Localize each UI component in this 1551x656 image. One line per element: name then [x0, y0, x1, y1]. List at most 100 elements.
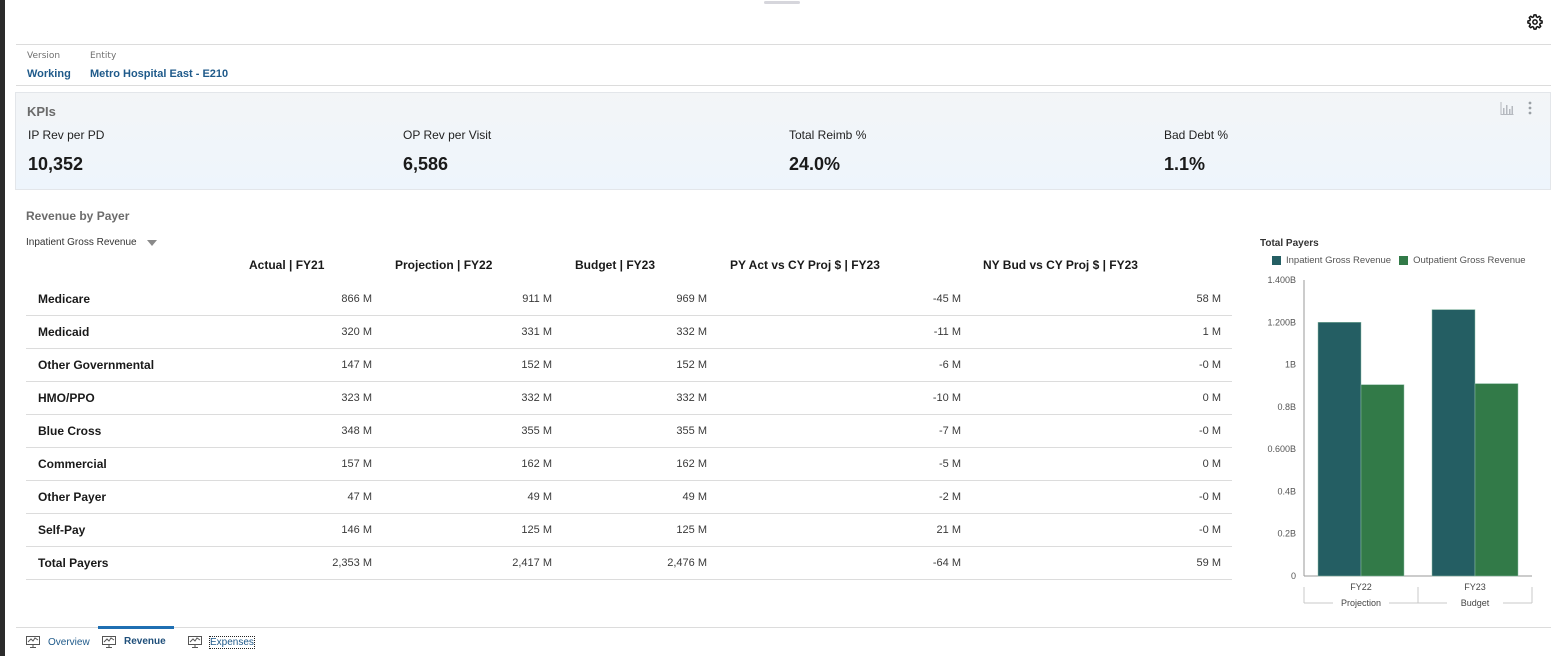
chevron-down-icon[interactable]: [146, 239, 157, 246]
table-cell[interactable]: -0 M: [1199, 425, 1221, 437]
kpi-value: 6,586: [403, 154, 449, 174]
table-cell[interactable]: 355 M: [676, 425, 707, 437]
y-tick-label: 0.8B: [1277, 402, 1296, 412]
table-row: Self-Pay 146 M 125 M 125 M 21 M -0 M: [26, 514, 1232, 547]
column-header[interactable]: PY Act vs CY Proj $ | FY23: [730, 258, 880, 272]
table-cell[interactable]: 21 M: [937, 524, 961, 536]
column-header[interactable]: Projection | FY22: [395, 258, 492, 272]
table-cell[interactable]: -64 M: [933, 557, 961, 569]
table-cell[interactable]: 58 M: [1197, 293, 1221, 305]
measure-dropdown[interactable]: Inpatient Gross Revenue: [26, 237, 157, 248]
row-header[interactable]: Other Governmental: [38, 358, 154, 372]
table-cell[interactable]: 147 M: [341, 359, 372, 371]
column-header[interactable]: Actual | FY21: [249, 258, 324, 272]
table-cell[interactable]: 49 M: [528, 491, 552, 503]
table-cell[interactable]: -0 M: [1199, 491, 1221, 503]
table-cell[interactable]: 152 M: [676, 359, 707, 371]
y-tick-label: 0: [1291, 571, 1296, 581]
table-cell[interactable]: -6 M: [939, 359, 961, 371]
table-cell[interactable]: 125 M: [521, 524, 552, 536]
table-cell[interactable]: 355 M: [521, 425, 552, 437]
gear-icon[interactable]: [1525, 12, 1545, 32]
column-header[interactable]: NY Bud vs CY Proj $ | FY23: [983, 258, 1138, 272]
pov-version-value[interactable]: Working: [27, 68, 71, 80]
pov-bar: Version Working Entity Metro Hospital Ea…: [16, 44, 1551, 86]
kpi-total-reimb[interactable]: Total Reimb % 24.0%: [789, 128, 866, 175]
x-tick-label: FY22: [1350, 582, 1372, 592]
grid-header: Actual | FY21 Projection | FY22 Budget |…: [26, 250, 1232, 283]
dashboard-icon: [102, 635, 116, 648]
table-cell[interactable]: 59 M: [1197, 557, 1221, 569]
pov-entity-label: Entity: [90, 51, 117, 61]
table-cell[interactable]: -7 M: [939, 425, 961, 437]
table-cell[interactable]: 152 M: [521, 359, 552, 371]
table-cell[interactable]: 866 M: [341, 293, 372, 305]
left-window-edge: [0, 0, 5, 656]
table-row: Medicare 866 M 911 M 969 M -45 M 58 M: [26, 283, 1232, 316]
table-cell[interactable]: 2,417 M: [512, 557, 552, 569]
table-cell[interactable]: 125 M: [676, 524, 707, 536]
bar-chart-icon[interactable]: [1500, 101, 1514, 115]
table-cell[interactable]: -0 M: [1199, 359, 1221, 371]
row-header[interactable]: Other Payer: [38, 490, 106, 504]
table-cell[interactable]: 969 M: [676, 293, 707, 305]
table-cell[interactable]: 332 M: [676, 392, 707, 404]
table-cell[interactable]: 0 M: [1203, 458, 1221, 470]
kpi-op-rev-per-visit[interactable]: OP Rev per Visit 6,586: [403, 128, 491, 175]
table-cell[interactable]: -10 M: [933, 392, 961, 404]
kpi-value: 1.1%: [1164, 154, 1206, 174]
table-cell[interactable]: 2,476 M: [667, 557, 707, 569]
table-cell[interactable]: 146 M: [341, 524, 372, 536]
dashboard-icon: [26, 636, 40, 648]
row-header[interactable]: Self-Pay: [38, 523, 85, 537]
column-header[interactable]: Budget | FY23: [575, 258, 655, 272]
more-vertical-icon[interactable]: [1528, 101, 1532, 115]
table-cell[interactable]: 47 M: [348, 491, 372, 503]
bar-inpatient-gross-revenue-fy23: [1431, 309, 1476, 577]
table-cell[interactable]: 332 M: [521, 392, 552, 404]
table-cell[interactable]: 162 M: [521, 458, 552, 470]
row-header[interactable]: HMO/PPO: [38, 391, 95, 405]
row-header[interactable]: Total Payers: [38, 556, 108, 570]
table-cell[interactable]: 911 M: [522, 293, 552, 305]
kpi-ip-rev-per-pd[interactable]: IP Rev per PD 10,352: [28, 128, 104, 175]
table-cell[interactable]: 1 M: [1203, 326, 1221, 338]
table-cell[interactable]: 157 M: [341, 458, 372, 470]
table-cell[interactable]: 320 M: [341, 326, 372, 338]
y-tick-label: 1.200B: [1267, 317, 1296, 327]
tab-revenue[interactable]: Revenue: [98, 626, 174, 654]
y-tick-label: 1B: [1285, 360, 1296, 370]
tab-expenses[interactable]: Expenses: [184, 628, 258, 656]
pov-entity-value[interactable]: Metro Hospital East - E210: [90, 68, 228, 80]
drag-handle[interactable]: [764, 1, 800, 4]
row-header[interactable]: Medicaid: [38, 325, 89, 339]
table-cell[interactable]: 49 M: [683, 491, 707, 503]
table-cell[interactable]: -0 M: [1199, 524, 1221, 536]
table-cell[interactable]: 0 M: [1203, 392, 1221, 404]
total-payers-chart: Total Payers Inpatient Gross Revenue Out…: [1256, 234, 1551, 614]
kpi-value: 10,352: [28, 154, 84, 174]
table-cell[interactable]: 323 M: [341, 392, 372, 404]
row-header[interactable]: Blue Cross: [38, 424, 101, 438]
table-cell[interactable]: 332 M: [676, 326, 707, 338]
tab-label: Overview: [48, 636, 90, 648]
table-cell[interactable]: 348 M: [341, 425, 372, 437]
kpi-panel-title: KPIs: [27, 104, 56, 119]
x-group-label: Projection: [1341, 598, 1381, 608]
row-header[interactable]: Commercial: [38, 457, 107, 471]
table-cell[interactable]: 2,353 M: [332, 557, 372, 569]
tab-overview[interactable]: Overview: [22, 628, 94, 656]
table-cell[interactable]: -2 M: [939, 491, 961, 503]
table-row: Commercial 157 M 162 M 162 M -5 M 0 M: [26, 448, 1232, 481]
kpi-bad-debt[interactable]: Bad Debt % 1.1%: [1164, 128, 1228, 175]
table-cell[interactable]: 331 M: [521, 326, 552, 338]
row-header[interactable]: Medicare: [38, 292, 90, 306]
table-cell[interactable]: -11 M: [934, 326, 961, 338]
kpi-label: Total Reimb %: [789, 128, 867, 142]
table-cell[interactable]: 162 M: [676, 458, 707, 470]
table-cell[interactable]: -45 M: [933, 293, 961, 305]
dashboard-icon: [188, 636, 202, 648]
kpi-label: OP Rev per Visit: [403, 128, 492, 142]
table-cell[interactable]: -5 M: [939, 458, 961, 470]
table-row: HMO/PPO 323 M 332 M 332 M -10 M 0 M: [26, 382, 1232, 415]
